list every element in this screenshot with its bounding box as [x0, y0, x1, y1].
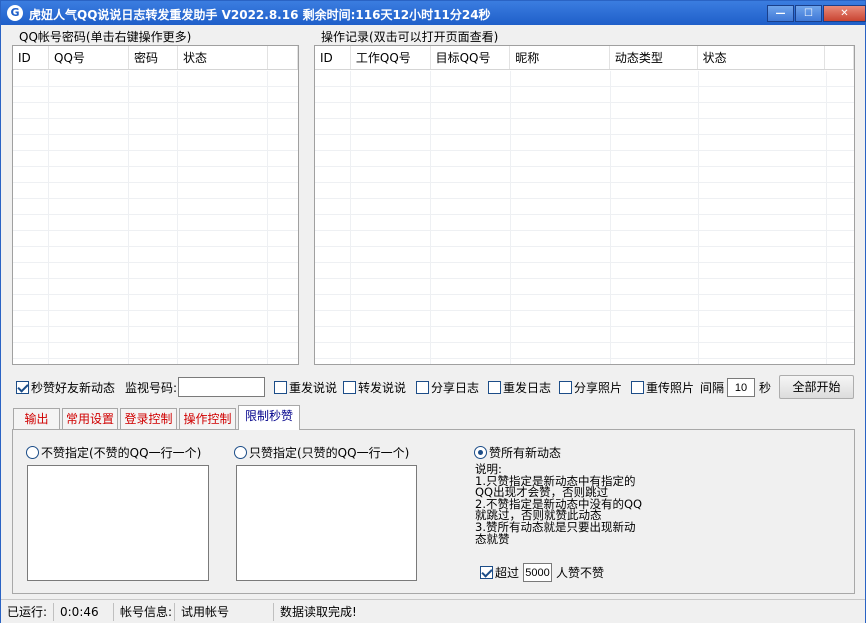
accounts-col-status[interactable]: 状态	[178, 46, 268, 69]
reupload-photo-checkbox[interactable]: 重传照片	[631, 380, 694, 396]
status-divider	[273, 603, 274, 621]
accounts-col-password[interactable]: 密码	[129, 46, 178, 69]
share-photo-label: 分享照片	[574, 381, 623, 395]
accounts-list[interactable]: ID QQ号 密码 状态	[12, 45, 299, 365]
monitor-label: 监视号码:	[125, 381, 178, 395]
checkbox-icon[interactable]	[488, 381, 501, 394]
forward-shuoshuo-label: 转发说说	[358, 381, 407, 395]
repost-log-checkbox[interactable]: 重发日志	[488, 380, 551, 396]
over-limit-label: 超过	[495, 566, 520, 580]
records-col-type[interactable]: 动态类型	[610, 46, 698, 69]
over-limit-checkbox[interactable]: 超过	[480, 565, 519, 581]
checkbox-icon[interactable]	[343, 381, 356, 394]
running-value: 0:0:46	[60, 605, 99, 619]
status-divider	[113, 603, 114, 621]
accounts-col-qq[interactable]: QQ号	[49, 46, 129, 69]
repost-log-label: 重发日志	[503, 381, 552, 395]
radio-selected-icon[interactable]	[474, 446, 487, 459]
radio-icon[interactable]	[26, 446, 39, 459]
accounts-group-title: QQ帐号密码(单击右键操作更多)	[19, 30, 192, 44]
checkbox-icon[interactable]	[416, 381, 429, 394]
grid-column	[13, 71, 49, 364]
running-label: 已运行:	[7, 605, 48, 619]
grid-column	[315, 71, 351, 364]
checkbox-icon[interactable]	[631, 381, 644, 394]
status-message: 数据读取完成!	[280, 605, 357, 619]
tab-operation-control[interactable]: 操作控制	[179, 408, 236, 429]
start-all-button[interactable]: 全部开始	[779, 375, 854, 399]
account-info-value: 试用帐号	[181, 605, 230, 619]
no-like-label: 不赞指定(不赞的QQ一行一个)	[41, 446, 202, 460]
records-col-work-qq[interactable]: 工作QQ号	[351, 46, 431, 69]
monitor-input[interactable]	[178, 377, 265, 397]
status-divider	[53, 603, 54, 621]
tab-output[interactable]: 输出	[13, 408, 60, 429]
grid-column	[351, 71, 431, 364]
forward-shuoshuo-checkbox[interactable]: 转发说说	[343, 380, 406, 396]
over-limit-suffix: 人赞不赞	[556, 566, 605, 580]
no-like-radio[interactable]: 不赞指定(不赞的QQ一行一个)	[26, 445, 201, 461]
tab-login-control[interactable]: 登录控制	[120, 408, 177, 429]
accounts-list-header: ID QQ号 密码 状态	[13, 46, 298, 70]
grid-column	[611, 71, 699, 364]
account-info-label: 帐号信息:	[120, 605, 173, 619]
records-col-target-qq[interactable]: 目标QQ号	[431, 46, 511, 69]
share-photo-checkbox[interactable]: 分享照片	[559, 380, 622, 396]
no-like-textarea[interactable]	[27, 465, 209, 581]
grid-column	[178, 71, 268, 364]
records-list-body[interactable]	[315, 71, 854, 364]
checkbox-icon[interactable]	[274, 381, 287, 394]
maximize-button[interactable]: ☐	[795, 5, 822, 22]
records-group-title: 操作记录(双击可以打开页面查看)	[321, 30, 499, 44]
status-bar: 已运行: 0:0:46 帐号信息: 试用帐号 数据读取完成!	[1, 599, 865, 623]
app-logo-icon: G	[7, 5, 23, 21]
repost-shuoshuo-label: 重发说说	[289, 381, 338, 395]
like-friends-label: 秒赞好友新动态	[31, 381, 116, 395]
accounts-col-filler	[268, 46, 298, 69]
reupload-photo-label: 重传照片	[646, 381, 695, 395]
accounts-list-body[interactable]	[13, 71, 298, 364]
interval-label: 间隔	[700, 381, 725, 395]
share-log-checkbox[interactable]: 分享日志	[416, 380, 479, 396]
main-window: G 虎妞人气QQ说说日志转发重发助手 V2022.8.16 剩余时间:116天1…	[0, 0, 866, 623]
accounts-col-id[interactable]: ID	[13, 46, 49, 69]
status-divider	[174, 603, 175, 621]
grid-column	[49, 71, 129, 364]
share-log-label: 分享日志	[431, 381, 480, 395]
interval-input[interactable]	[727, 378, 755, 397]
minimize-button[interactable]: —	[767, 5, 794, 22]
grid-column	[511, 71, 611, 364]
records-col-status[interactable]: 状态	[698, 46, 826, 69]
tab-common-settings[interactable]: 常用设置	[62, 408, 118, 429]
like-all-radio[interactable]: 赞所有新动态	[474, 445, 561, 461]
window-title: 虎妞人气QQ说说日志转发重发助手 V2022.8.16 剩余时间:116天12小…	[29, 8, 491, 22]
like-friends-checkbox[interactable]: 秒赞好友新动态	[16, 380, 115, 396]
like-rules-description: 说明: 1.只赞指定是新动态中有指定的 QQ出现才会赞，否则跳过 2.不赞指定是…	[475, 462, 643, 546]
interval-unit: 秒	[759, 381, 772, 395]
records-col-id[interactable]: ID	[315, 46, 351, 69]
records-list-header: ID 工作QQ号 目标QQ号 昵称 动态类型 状态	[315, 46, 854, 70]
over-limit-input[interactable]	[523, 563, 552, 582]
radio-icon[interactable]	[234, 446, 247, 459]
only-like-radio[interactable]: 只赞指定(只赞的QQ一行一个)	[234, 445, 409, 461]
repost-shuoshuo-checkbox[interactable]: 重发说说	[274, 380, 337, 396]
close-button[interactable]: ✕	[823, 5, 866, 22]
tab-limit-like[interactable]: 限制秒赞	[238, 405, 300, 430]
records-col-filler	[825, 46, 854, 69]
checkbox-checked-icon[interactable]	[16, 381, 29, 394]
checkbox-icon[interactable]	[559, 381, 572, 394]
checkbox-checked-icon[interactable]	[480, 566, 493, 579]
title-bar[interactable]: G 虎妞人气QQ说说日志转发重发助手 V2022.8.16 剩余时间:116天1…	[1, 1, 866, 25]
grid-column	[431, 71, 511, 364]
only-like-textarea[interactable]	[236, 465, 417, 581]
like-all-label: 赞所有新动态	[489, 446, 562, 460]
grid-column	[129, 71, 178, 364]
records-col-nickname[interactable]: 昵称	[510, 46, 610, 69]
grid-column	[699, 71, 827, 364]
records-list[interactable]: ID 工作QQ号 目标QQ号 昵称 动态类型 状态	[314, 45, 855, 365]
only-like-label: 只赞指定(只赞的QQ一行一个)	[249, 446, 410, 460]
